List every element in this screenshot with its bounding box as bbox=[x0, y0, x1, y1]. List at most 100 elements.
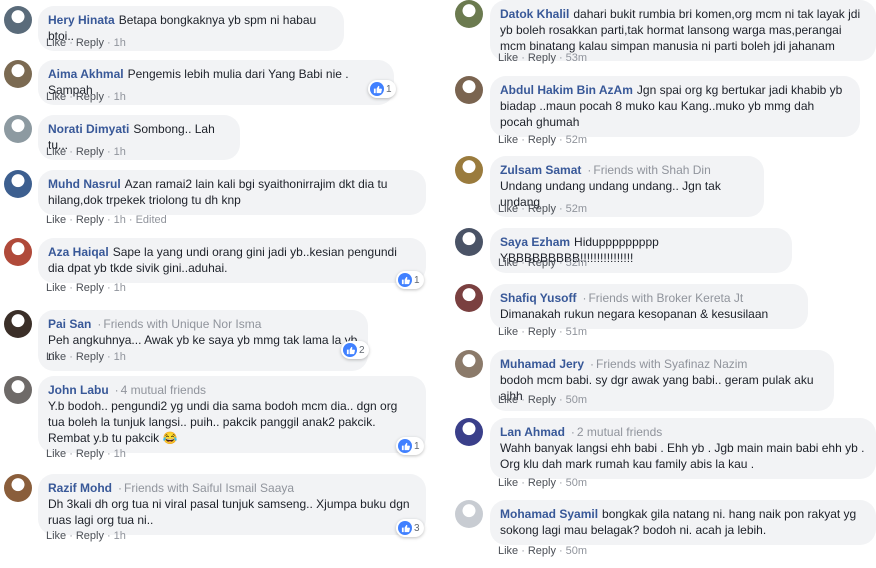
avatar[interactable] bbox=[4, 474, 32, 502]
like-link[interactable]: Like bbox=[46, 351, 66, 363]
separator: · bbox=[106, 282, 111, 294]
timestamp-link[interactable]: 1h bbox=[114, 214, 126, 226]
timestamp-link[interactable]: 1h bbox=[114, 146, 126, 158]
reply-link[interactable]: Reply bbox=[528, 394, 556, 406]
avatar[interactable] bbox=[455, 228, 483, 256]
avatar[interactable] bbox=[4, 60, 32, 88]
avatar[interactable] bbox=[455, 0, 483, 28]
separator: · bbox=[521, 134, 525, 146]
like-link[interactable]: Like bbox=[498, 326, 518, 338]
separator: · bbox=[69, 37, 73, 49]
avatar[interactable] bbox=[4, 376, 32, 404]
author-context: Friends with Saiful Ismail Saaya bbox=[124, 481, 295, 495]
avatar[interactable] bbox=[455, 418, 483, 446]
reply-link[interactable]: Reply bbox=[528, 545, 556, 557]
comment-author-link[interactable]: Razif Mohd bbox=[48, 481, 112, 495]
avatar[interactable] bbox=[455, 500, 483, 528]
reply-link[interactable]: Reply bbox=[76, 214, 104, 226]
reply-link[interactable]: Reply bbox=[528, 477, 556, 489]
like-link[interactable]: Like bbox=[46, 91, 66, 103]
comment-actions: Like · Reply · 52m bbox=[498, 256, 587, 270]
comment-author-link[interactable]: Mohamad Syamil bbox=[500, 507, 598, 521]
reply-link[interactable]: Reply bbox=[76, 530, 104, 542]
comment-author-link[interactable]: Aima Akhmal bbox=[48, 67, 124, 81]
avatar[interactable] bbox=[455, 156, 483, 184]
reaction-count[interactable]: 3 bbox=[396, 519, 424, 537]
author-context: 2 mutual friends bbox=[576, 425, 663, 439]
comment-author-link[interactable]: Lan Ahmad bbox=[500, 425, 565, 439]
timestamp-link[interactable]: 1h bbox=[114, 282, 126, 294]
timestamp-link[interactable]: 1h bbox=[114, 351, 126, 363]
like-link[interactable]: Like bbox=[46, 37, 66, 49]
comment-author-link[interactable]: Norati Dimyati bbox=[48, 122, 129, 136]
comment-actions: Like · Reply · 1h bbox=[46, 350, 126, 364]
timestamp-link[interactable]: 52m bbox=[566, 134, 587, 146]
reply-link[interactable]: Reply bbox=[528, 203, 556, 215]
separator: · bbox=[558, 257, 563, 269]
like-link[interactable]: Like bbox=[498, 545, 518, 557]
reply-link[interactable]: Reply bbox=[76, 448, 104, 460]
timestamp-link[interactable]: 1h bbox=[114, 530, 126, 542]
author-context: 4 mutual friends bbox=[120, 383, 207, 397]
comment-actions: Like · Reply · 1h bbox=[46, 90, 126, 104]
like-link[interactable]: Like bbox=[498, 257, 518, 269]
comment-author-link[interactable]: Saya Ezham bbox=[500, 235, 570, 249]
timestamp-link[interactable]: 50m bbox=[566, 394, 587, 406]
reply-link[interactable]: Reply bbox=[76, 282, 104, 294]
like-link[interactable]: Like bbox=[498, 52, 518, 64]
reply-link[interactable]: Reply bbox=[76, 91, 104, 103]
comment-author-link[interactable]: Aza Haiqal bbox=[48, 245, 109, 259]
timestamp-link[interactable]: 53m bbox=[566, 52, 587, 64]
edited-label[interactable]: Edited bbox=[136, 214, 167, 226]
reply-link[interactable]: Reply bbox=[76, 37, 104, 49]
avatar[interactable] bbox=[4, 115, 32, 143]
like-link[interactable]: Like bbox=[46, 530, 66, 542]
separator: · bbox=[558, 545, 563, 557]
comment-author-link[interactable]: Hery Hinata bbox=[48, 13, 115, 27]
like-link[interactable]: Like bbox=[498, 394, 518, 406]
like-link[interactable]: Like bbox=[498, 477, 518, 489]
reply-link[interactable]: Reply bbox=[76, 146, 104, 158]
comment-author-link[interactable]: John Labu bbox=[48, 383, 109, 397]
like-link[interactable]: Like bbox=[46, 448, 66, 460]
comment-author-link[interactable]: Pai San bbox=[48, 317, 91, 331]
avatar[interactable] bbox=[4, 310, 32, 338]
reaction-count[interactable]: 1 bbox=[396, 437, 424, 455]
timestamp-link[interactable]: 1h bbox=[114, 91, 126, 103]
reaction-count[interactable]: 2 bbox=[341, 341, 369, 359]
avatar[interactable] bbox=[455, 350, 483, 378]
timestamp-link[interactable]: 51m bbox=[566, 326, 587, 338]
timestamp-link[interactable]: 52m bbox=[566, 203, 587, 215]
reaction-count[interactable]: 1 bbox=[396, 271, 424, 289]
reply-link[interactable]: Reply bbox=[528, 326, 556, 338]
timestamp-link[interactable]: 1h bbox=[114, 448, 126, 460]
like-link[interactable]: Like bbox=[498, 134, 518, 146]
avatar[interactable] bbox=[4, 170, 32, 198]
reply-link[interactable]: Reply bbox=[76, 351, 104, 363]
reply-link[interactable]: Reply bbox=[528, 257, 556, 269]
avatar[interactable] bbox=[4, 238, 32, 266]
like-link[interactable]: Like bbox=[46, 214, 66, 226]
comment-author-link[interactable]: Datok Khalil bbox=[500, 7, 569, 21]
timestamp-link[interactable]: 50m bbox=[566, 545, 587, 557]
like-link[interactable]: Like bbox=[498, 203, 518, 215]
like-link[interactable]: Like bbox=[46, 146, 66, 158]
reply-link[interactable]: Reply bbox=[528, 52, 556, 64]
comment-author-link[interactable]: Abdul Hakim Bin AzAm bbox=[500, 83, 633, 97]
author-context: Friends with Unique Nor Isma bbox=[103, 317, 262, 331]
timestamp-link[interactable]: 52m bbox=[566, 257, 587, 269]
timestamp-link[interactable]: 1h bbox=[114, 37, 126, 49]
separator: · bbox=[69, 282, 73, 294]
avatar[interactable] bbox=[455, 284, 483, 312]
comment-author-link[interactable]: Zulsam Samat bbox=[500, 163, 581, 177]
comment-author-link[interactable]: Muhamad Jery bbox=[500, 357, 584, 371]
avatar[interactable] bbox=[455, 76, 483, 104]
separator: · bbox=[106, 37, 111, 49]
reaction-count[interactable]: 1 bbox=[368, 80, 396, 98]
reply-link[interactable]: Reply bbox=[528, 134, 556, 146]
like-link[interactable]: Like bbox=[46, 282, 66, 294]
comment-author-link[interactable]: Muhd Nasrul bbox=[48, 177, 121, 191]
timestamp-link[interactable]: 50m bbox=[566, 477, 587, 489]
comment-author-link[interactable]: Shafiq Yusoff bbox=[500, 291, 576, 305]
avatar[interactable] bbox=[4, 6, 32, 34]
